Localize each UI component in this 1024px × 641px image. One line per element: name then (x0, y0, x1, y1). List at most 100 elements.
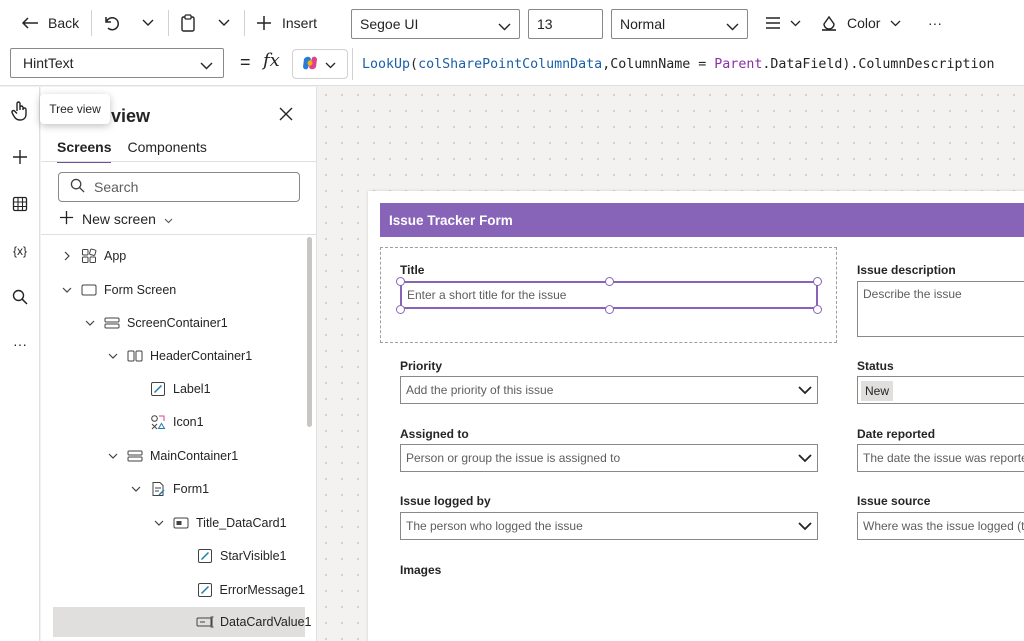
chevron-down-icon[interactable] (106, 353, 120, 359)
logged-by-label: Issue logged by (400, 494, 491, 508)
date-reported-input[interactable]: The date the issue was reported (857, 444, 1024, 472)
chevron-down-icon[interactable] (83, 320, 97, 326)
tree-item-header-container[interactable]: HeaderContainer1 (41, 341, 305, 371)
issue-source-input[interactable]: Where was the issue logged (ticket (857, 512, 1024, 540)
tree-item-datacardvalue[interactable]: DataCardValue1 (53, 607, 312, 637)
fx-icon[interactable]: fx (263, 50, 280, 71)
close-icon[interactable] (279, 107, 293, 124)
hand-pointer-icon (10, 100, 30, 125)
formula-arg: colSharePointColumnData (418, 56, 603, 72)
data-card-icon (172, 517, 190, 529)
paste-dropdown[interactable] (212, 8, 236, 38)
form-screen[interactable]: Issue Tracker Form Title Enter a short t… (368, 191, 1024, 641)
variables-icon[interactable]: {x} (6, 237, 34, 265)
description-label: Issue description (857, 263, 956, 277)
undo-button[interactable] (96, 8, 126, 38)
resize-handle[interactable] (395, 276, 405, 286)
insert-rail-button[interactable] (6, 144, 34, 172)
chevron-down-icon (797, 450, 813, 469)
tree-item-form1[interactable]: Form1 (41, 474, 305, 504)
back-label: Back (48, 15, 80, 31)
align-lines-icon (764, 16, 782, 30)
ellipsis-icon: ··· (928, 15, 942, 31)
tree-item-label: Label1 (173, 382, 211, 396)
status-tag[interactable]: New (861, 381, 894, 401)
divider (41, 234, 316, 235)
paint-bucket-icon (820, 14, 838, 32)
font-weight-select[interactable]: Normal (611, 9, 748, 39)
font-family-value: Segoe UI (360, 16, 419, 32)
panel-title: view (111, 106, 151, 126)
tree-item-label: HeaderContainer1 (150, 349, 253, 363)
chevron-down-icon[interactable] (152, 520, 166, 526)
chevron-down-icon (797, 382, 813, 401)
resize-handle[interactable] (812, 276, 822, 286)
formula-operator: = (690, 56, 715, 72)
tree-view-button[interactable] (6, 98, 34, 126)
design-canvas[interactable]: Issue Tracker Form Title Enter a short t… (318, 87, 1024, 641)
more-commands-button[interactable]: ··· (922, 8, 948, 38)
font-size-input[interactable]: 13 (528, 9, 603, 39)
tree-item-title-datacard[interactable]: Title_DataCard1 (41, 508, 305, 538)
tree-item-app[interactable]: App (41, 241, 305, 271)
search-input[interactable]: Search (58, 172, 300, 202)
paste-button[interactable] (174, 8, 202, 38)
tree-scrollbar[interactable] (307, 237, 312, 427)
tree-item-label: App (104, 249, 127, 263)
tree-item-label: Form1 (173, 482, 210, 496)
vertical-container-icon (103, 317, 121, 329)
tree-item-form-screen[interactable]: Form Screen (41, 275, 305, 305)
chevron-down-icon[interactable] (106, 453, 120, 459)
more-icon[interactable]: ··· (6, 330, 34, 358)
screen-icon (80, 284, 98, 296)
status-combobox[interactable]: New (857, 376, 1024, 404)
chevron-right-icon[interactable] (60, 251, 74, 261)
tree-item-error-message[interactable]: ErrorMessage1 (41, 575, 305, 605)
resize-handle[interactable] (604, 304, 614, 314)
shapes-icon (149, 414, 167, 430)
color-button[interactable]: Color (814, 8, 907, 38)
undo-icon (102, 15, 120, 31)
tree-item-screen-container[interactable]: ScreenContainer1 (41, 308, 305, 338)
tree-item-star-visible[interactable]: StarVisible1 (41, 541, 305, 571)
insert-button[interactable]: Insert (250, 8, 323, 38)
font-weight-value: Normal (620, 16, 666, 32)
resize-handle[interactable] (812, 304, 822, 314)
tree-item-label: Form Screen (104, 283, 177, 297)
copilot-button[interactable] (292, 49, 348, 79)
toolbar-divider (244, 10, 245, 36)
formula-input[interactable]: LookUp(colSharePointColumnData, ColumnNam… (352, 48, 1024, 80)
formula-comma: , (602, 56, 611, 72)
chevron-down-icon[interactable] (60, 287, 74, 293)
new-screen-button[interactable]: New screen (59, 210, 173, 228)
chevron-down-icon (890, 20, 901, 27)
search-rail-button[interactable] (6, 284, 34, 312)
chevron-down-icon (797, 518, 813, 537)
undo-dropdown[interactable] (136, 8, 160, 38)
tree-item-icon1[interactable]: Icon1 (41, 407, 305, 437)
priority-dropdown[interactable]: Add the priority of this issue (400, 376, 818, 404)
form-header: Issue Tracker Form (380, 203, 1024, 237)
description-input[interactable]: Describe the issue (857, 281, 1024, 337)
align-button[interactable] (758, 8, 807, 38)
resize-handle[interactable] (395, 304, 405, 314)
data-rail-button[interactable] (6, 191, 34, 219)
font-family-select[interactable]: Segoe UI (351, 9, 520, 39)
assigned-label: Assigned to (400, 427, 469, 441)
tab-components[interactable]: Components (127, 139, 206, 163)
tree-item-main-container[interactable]: MainContainer1 (41, 441, 305, 471)
divider (41, 161, 316, 162)
tree-item-label: MainContainer1 (150, 449, 239, 463)
assigned-to-dropdown[interactable]: Person or group the issue is assigned to (400, 444, 818, 472)
back-button[interactable]: Back (14, 8, 85, 38)
resize-handle[interactable] (604, 276, 614, 286)
toolbar-divider (91, 10, 92, 36)
chevron-down-icon[interactable] (129, 486, 143, 492)
color-label: Color (847, 15, 881, 31)
tree-item-label: DataCardValue1 (220, 615, 312, 629)
logged-by-dropdown[interactable]: The person who logged the issue (400, 512, 818, 540)
tree-item-label: Title_DataCard1 (196, 516, 287, 530)
tree-item-label1[interactable]: Label1 (41, 374, 305, 404)
property-select[interactable]: HintText (10, 48, 224, 78)
tab-screens[interactable]: Screens (57, 139, 112, 163)
